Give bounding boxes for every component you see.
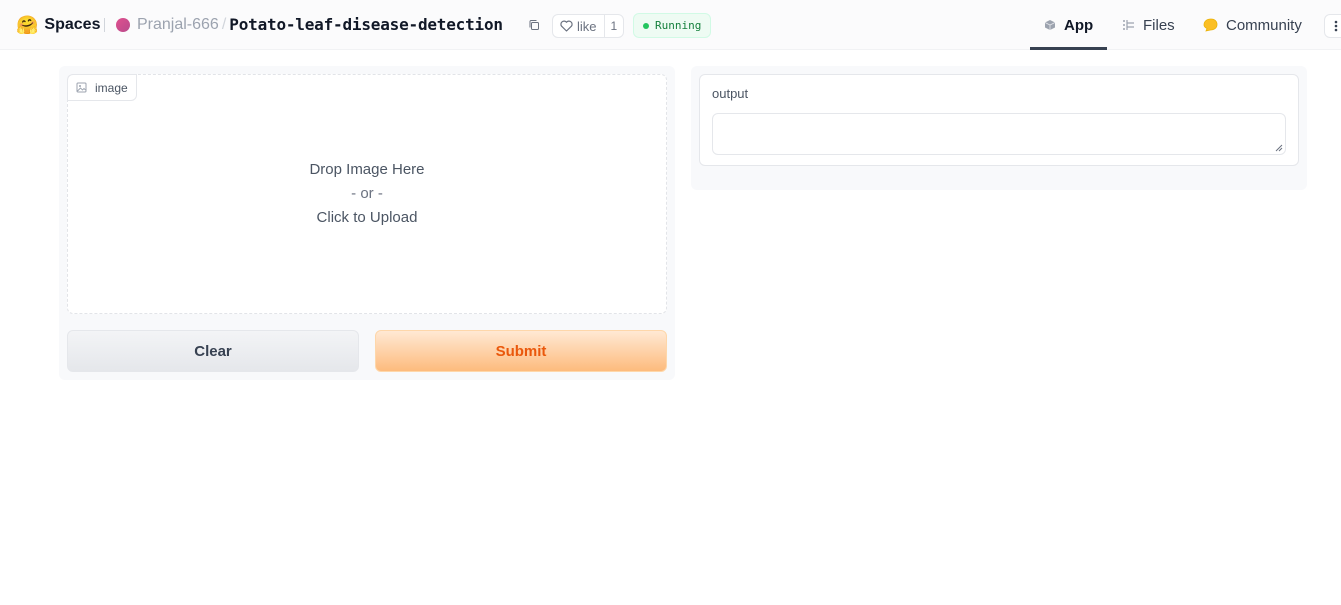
more-vertical-icon bbox=[1334, 20, 1338, 32]
files-icon bbox=[1123, 20, 1134, 30]
like-count[interactable]: 1 bbox=[603, 15, 624, 37]
hugging-face-logo-icon: 🤗 bbox=[16, 15, 39, 35]
tab-community-label: Community bbox=[1226, 16, 1302, 34]
resize-grip-icon[interactable] bbox=[1275, 144, 1283, 152]
output-label: output bbox=[712, 86, 749, 101]
click-to-upload-text: Click to Upload bbox=[316, 209, 418, 226]
submit-button[interactable]: Submit bbox=[375, 330, 667, 372]
tab-community[interactable]: Community bbox=[1202, 0, 1302, 50]
cube-icon bbox=[1044, 20, 1056, 30]
spaces-brand-link[interactable]: 🤗 Spaces bbox=[16, 14, 100, 36]
top-header: 🤗 Spaces Pranjal-666 / Potato-leaf-disea… bbox=[0, 0, 1341, 50]
heart-icon bbox=[560, 20, 573, 32]
owner-link[interactable]: Pranjal-666 bbox=[137, 16, 219, 34]
status-label: Running bbox=[655, 19, 702, 32]
more-options-button[interactable] bbox=[1324, 14, 1341, 38]
like-label: like bbox=[577, 18, 597, 34]
community-icon bbox=[1203, 18, 1218, 32]
breadcrumb-separator: / bbox=[221, 15, 227, 33]
status-dot-icon bbox=[643, 22, 649, 29]
repo-name-link[interactable]: Potato-leaf-disease-detection bbox=[229, 15, 503, 34]
clear-button[interactable]: Clear bbox=[67, 330, 359, 372]
like-main[interactable]: like bbox=[553, 15, 604, 37]
header-divider bbox=[104, 18, 105, 32]
dropzone-instructions[interactable]: Drop Image Here - or - Click to Upload bbox=[67, 158, 667, 230]
like-button[interactable]: like 1 bbox=[552, 14, 625, 38]
image-label-text: image bbox=[95, 80, 128, 95]
tab-files[interactable]: Files bbox=[1122, 0, 1175, 50]
tab-app[interactable]: App bbox=[1044, 0, 1093, 50]
drop-image-text: Drop Image Here bbox=[309, 161, 425, 178]
status-badge[interactable]: Running bbox=[633, 13, 712, 38]
tab-app-label: App bbox=[1064, 16, 1094, 34]
image-icon bbox=[76, 82, 87, 93]
repo-breadcrumb: Pranjal-666 / Potato-leaf-disease-detect… bbox=[116, 15, 503, 34]
spaces-label: Spaces bbox=[44, 16, 101, 33]
owner-avatar[interactable] bbox=[116, 17, 130, 32]
output-textbox[interactable] bbox=[712, 113, 1286, 155]
copy-icon[interactable] bbox=[528, 19, 540, 31]
image-input-label: image bbox=[67, 74, 137, 101]
drop-or-text: - or - bbox=[351, 185, 383, 202]
active-tab-indicator bbox=[1030, 47, 1107, 50]
tab-files-label: Files bbox=[1143, 16, 1175, 34]
